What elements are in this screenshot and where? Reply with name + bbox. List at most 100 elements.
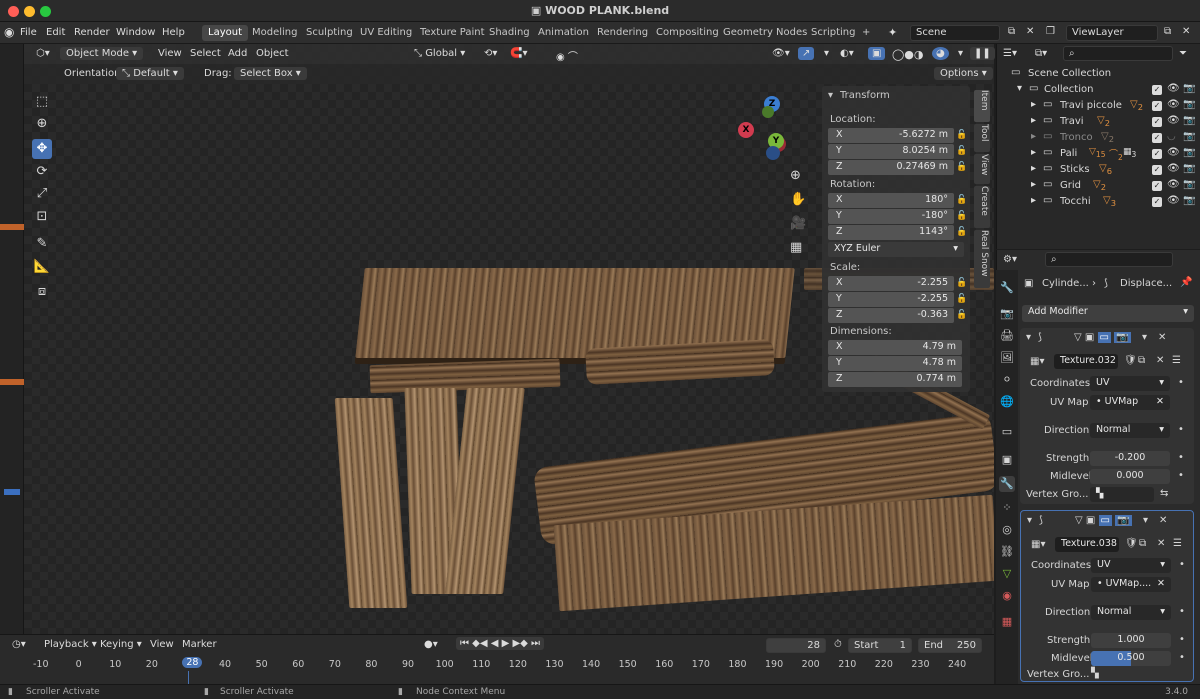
duplicate-icon[interactable]: ⧉ <box>1139 538 1146 549</box>
duplicate-icon[interactable]: ⧉ <box>1138 355 1145 366</box>
expand-icon[interactable]: ▸ <box>1031 147 1036 158</box>
dimensions-z-field[interactable]: Z 0.774 m <box>828 372 962 387</box>
outliner-item[interactable]: ▸ ▭ Travi ▽2 ✓ 👁 📷 <box>997 114 1200 130</box>
zoom-icon[interactable]: ⊕ <box>790 168 801 183</box>
rendered-shading-icon[interactable]: ◕ <box>932 47 949 60</box>
checkbox-icon[interactable]: ✓ <box>1152 117 1162 127</box>
location-y-field[interactable]: Y 8.0254 m <box>828 144 954 159</box>
direction-select[interactable]: Normal ▾ <box>1091 605 1171 620</box>
rotation-mode-select[interactable]: XYZ Euler ▾ <box>828 242 964 257</box>
coordinates-select[interactable]: UV ▾ <box>1090 376 1170 391</box>
gizmo-x-axis[interactable]: X <box>738 122 754 138</box>
lock-icon[interactable]: 🔓 <box>956 195 967 205</box>
eye-icon[interactable]: 👁 <box>1167 147 1180 158</box>
menu-window[interactable]: Window <box>116 27 155 38</box>
object-tab-icon[interactable]: ▣ <box>999 452 1015 468</box>
drag-select[interactable]: Select Box ▾ <box>234 67 307 80</box>
tab-modeling[interactable]: Modeling <box>246 25 304 41</box>
texture-checker-icon[interactable]: ▦▾ <box>1031 539 1045 550</box>
eye-icon[interactable]: 👁 <box>1167 179 1180 190</box>
rotation-x-field[interactable]: X 180° <box>828 193 954 208</box>
expand-icon[interactable]: ▸ <box>1031 179 1036 190</box>
tab-shading[interactable]: Shading <box>483 25 536 41</box>
tab-animation[interactable]: Animation <box>532 25 595 41</box>
outliner-collection[interactable]: ▾ ▭ Collection ✓ 👁 📷 <box>997 82 1200 98</box>
physics-tab-icon[interactable]: ◎ <box>999 522 1015 538</box>
collapse-icon[interactable]: ▾ <box>1026 332 1031 343</box>
tab-compositing[interactable]: Compositing <box>650 25 725 41</box>
tab-item[interactable]: Item <box>974 90 990 122</box>
dimensions-y-field[interactable]: Y 4.78 m <box>828 356 962 371</box>
menu-add[interactable]: Add <box>224 47 251 60</box>
keyframe-dot-icon[interactable]: • <box>1178 377 1184 388</box>
rotate-icon[interactable]: ⟳ <box>32 162 52 182</box>
camera-icon[interactable]: 📷 <box>1183 83 1195 94</box>
blender-logo-icon[interactable]: ◉ <box>4 25 14 39</box>
outliner-item[interactable]: ▸ ▭ Pali ▽15 ⌒2 ▦3 ✓ 👁 📷 <box>997 146 1200 162</box>
camera-icon[interactable]: 🎥 <box>790 216 806 231</box>
texture-field[interactable]: Texture.032 <box>1054 354 1118 369</box>
tab-rendering[interactable]: Rendering <box>591 25 654 41</box>
midlevel-slider[interactable]: 0.500 <box>1091 651 1171 666</box>
particles-tab-icon[interactable]: ⁘ <box>999 500 1015 516</box>
new-scene-icon[interactable]: ⧉ <box>1008 26 1015 37</box>
world-tab-icon[interactable]: 🌐 <box>999 394 1015 410</box>
properties-editor-icon[interactable]: ⚙▾ <box>1003 254 1017 265</box>
modifier-toggle-icons[interactable]: ▽ ▣ ▭ 📷 <box>1074 332 1131 343</box>
material-tab-icon[interactable]: ◉ <box>999 588 1015 604</box>
menu-render[interactable]: Render <box>74 27 110 38</box>
shield-icon[interactable]: 🛡 <box>1124 355 1137 366</box>
expand-icon[interactable]: ▸ <box>1031 195 1036 206</box>
texture-tab-icon[interactable]: ▦ <box>999 614 1015 630</box>
lock-icon[interactable]: 🔓 <box>956 146 967 156</box>
gizmo-dropdown-icon[interactable]: ▾ <box>820 47 833 60</box>
scale-x-field[interactable]: X -2.255 <box>828 276 954 291</box>
tab-real-snow[interactable]: Real Snow <box>974 230 990 288</box>
select-box-icon[interactable]: ⬚ <box>32 92 52 112</box>
unlink-icon[interactable]: ✕ <box>1156 355 1164 366</box>
shield-icon[interactable]: 🛡 <box>1125 538 1138 549</box>
menu-object[interactable]: Object <box>252 47 293 60</box>
panel-collapse-icon[interactable]: ▾ <box>828 90 833 101</box>
new-view-layer-icon[interactable]: ⧉ <box>1164 26 1171 37</box>
scene-field[interactable]: Scene <box>910 25 1000 41</box>
view-layer-field[interactable]: ViewLayer <box>1066 25 1158 41</box>
lock-icon[interactable]: 🔓 <box>956 294 967 304</box>
dropdown-icon[interactable]: ▾ <box>1142 332 1147 343</box>
uvmap-field[interactable]: • UVMap.... ✕ <box>1091 577 1171 592</box>
scale-z-field[interactable]: Z -0.363 <box>828 308 954 323</box>
strength-field[interactable]: -0.200 <box>1090 451 1170 466</box>
texture-field[interactable]: Texture.038 <box>1055 537 1119 552</box>
mode-select[interactable]: Object Mode ▾ <box>60 47 144 60</box>
outliner-item[interactable]: ▸ ▭ Sticks ▽6 ✓ 👁 📷 <box>997 162 1200 178</box>
add-workspace-button[interactable]: + <box>856 25 876 41</box>
lock-icon[interactable]: 🔓 <box>956 310 967 320</box>
tab-scripting[interactable]: Scripting <box>805 25 861 41</box>
menu-select[interactable]: Select <box>186 47 225 60</box>
grid-icon[interactable]: ▦ <box>790 240 802 255</box>
direction-select[interactable]: Normal ▾ <box>1090 423 1170 438</box>
camera-icon[interactable]: 📷 <box>1183 195 1195 206</box>
tab-uv-editing[interactable]: UV Editing <box>354 25 418 41</box>
modifier-tab-icon[interactable]: 🔧 <box>999 476 1015 492</box>
pin-icon[interactable]: 📌 <box>1180 277 1192 288</box>
eye-icon[interactable]: 👁 <box>1167 83 1180 94</box>
settings-toggle-icon[interactable]: ☰ <box>1172 355 1181 366</box>
checkbox-icon[interactable]: ✓ <box>1152 101 1162 111</box>
keyframe-dot-icon[interactable]: • <box>1178 424 1184 435</box>
outliner-scene-collection[interactable]: ▭ Scene Collection <box>997 66 1200 82</box>
add-modifier-button[interactable]: Add Modifier ▾ <box>1022 305 1194 322</box>
timeline-current-frame[interactable]: 28 <box>182 657 203 668</box>
shading-dropdown-icon[interactable]: ▾ <box>954 47 967 60</box>
rotation-y-field[interactable]: Y -180° <box>828 209 954 224</box>
menu-help[interactable]: Help <box>162 27 185 38</box>
checkbox-icon[interactable]: ✓ <box>1152 133 1162 143</box>
tab-view[interactable]: View <box>974 154 990 184</box>
outliner-item[interactable]: ▸ ▭ Tocchi ▽3 ✓ 👁 📷 <box>997 194 1200 210</box>
visibility-icon[interactable]: 👁▾ <box>768 47 794 60</box>
delete-scene-icon[interactable]: ✕ <box>1026 26 1034 37</box>
transform-icon[interactable]: ⊡ <box>32 207 52 227</box>
dimensions-x-field[interactable]: X 4.79 m <box>828 340 962 355</box>
output-tab-icon[interactable]: 🖨 <box>999 328 1015 344</box>
expand-icon[interactable]: ▸ <box>1031 163 1036 174</box>
